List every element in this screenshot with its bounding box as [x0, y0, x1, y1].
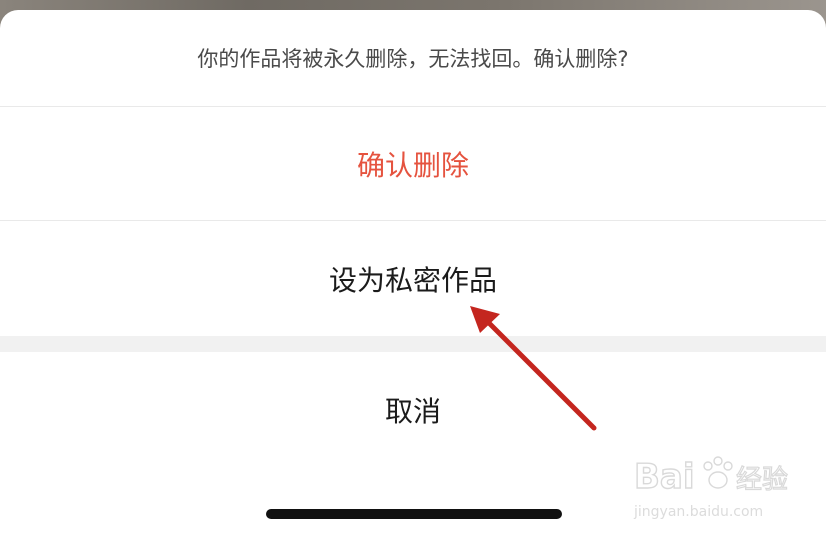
delete-confirm-message: 你的作品将被永久删除，无法找回。确认删除?: [197, 47, 629, 71]
set-private-button[interactable]: 设为私密作品: [0, 221, 826, 336]
action-sheet: 你的作品将被永久删除，无法找回。确认删除? 确认删除 设为私密作品 取消: [0, 10, 826, 534]
section-gap: [0, 336, 826, 352]
home-indicator: [266, 509, 562, 519]
cancel-button[interactable]: 取消: [0, 352, 826, 468]
confirm-delete-button[interactable]: 确认删除: [0, 107, 826, 220]
